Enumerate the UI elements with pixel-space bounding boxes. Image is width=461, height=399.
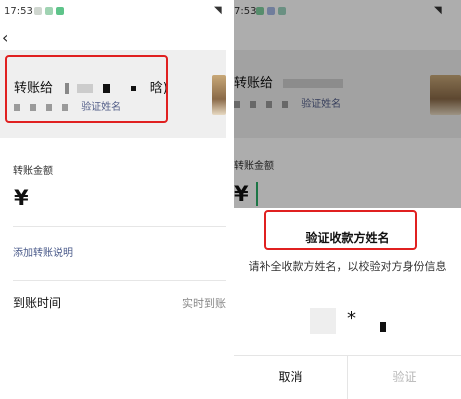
notification-icon bbox=[34, 7, 42, 15]
right-screen: 7:53 ◥ 转账给 验证姓名 转账金额 ¥ 验证收款方姓名 请补全收款方姓名，… bbox=[234, 0, 461, 399]
notification-icons bbox=[34, 7, 64, 15]
notification-icon bbox=[56, 7, 64, 15]
arrival-time-label: 到账时间 bbox=[13, 296, 62, 310]
cancel-button[interactable]: 取消 bbox=[234, 356, 347, 399]
notification-icon bbox=[45, 7, 53, 15]
divider bbox=[13, 280, 226, 281]
panel-gap bbox=[226, 0, 234, 399]
wifi-icon: ◥ bbox=[214, 5, 222, 16]
divider bbox=[13, 226, 226, 227]
verify-button[interactable]: 验证 bbox=[348, 356, 461, 399]
highlight-box bbox=[264, 210, 417, 250]
amount-label: 转账金额 bbox=[13, 166, 53, 177]
left-screen: 17:53 ◥ ‹ 转账给 晗) 验证姓名 转账金额 ¥ 添加转账说明 到账时间… bbox=[0, 0, 226, 399]
status-bar: 17:53 ◥ bbox=[0, 0, 226, 22]
highlight-box bbox=[5, 55, 168, 123]
amount-currency[interactable]: ¥ bbox=[14, 186, 29, 210]
arrival-time-value[interactable]: 实时到账 bbox=[182, 295, 226, 311]
dialog-message: 请补全收款方姓名，以校验对方身份信息 bbox=[248, 260, 447, 273]
name-mask bbox=[380, 322, 386, 332]
name-input-box[interactable] bbox=[310, 308, 336, 334]
back-icon[interactable]: ‹ bbox=[2, 28, 8, 47]
payee-avatar bbox=[212, 75, 226, 115]
add-transfer-note-link[interactable]: 添加转账说明 bbox=[13, 244, 73, 259]
masked-name-char: * bbox=[347, 308, 356, 329]
status-time: 17:53 bbox=[4, 6, 33, 17]
